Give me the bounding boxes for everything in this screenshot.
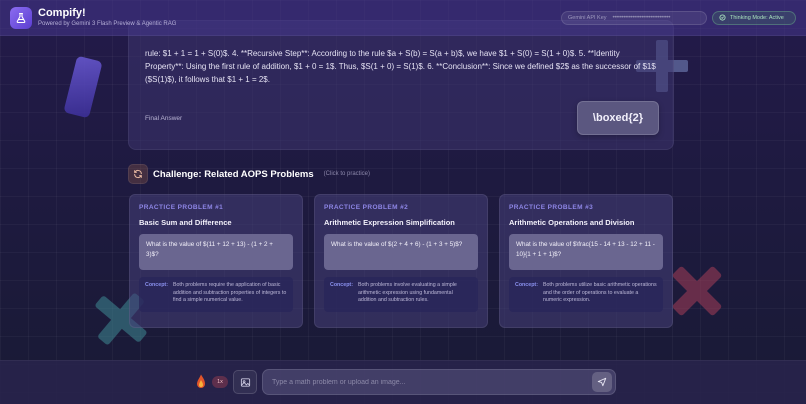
api-key-field[interactable]: Gemini API Key •••••••••••••••••••••••••… xyxy=(561,10,707,25)
send-button[interactable] xyxy=(592,372,612,392)
practice-problem-card-2[interactable]: PRACTICE PROBLEM #2 Arithmetic Expressio… xyxy=(314,194,488,328)
decorative-bar-shape xyxy=(63,55,103,119)
concept-label: Concept: xyxy=(515,282,538,288)
problem-title: Arithmetic Expression Simplification xyxy=(324,218,455,227)
challenge-hint: (Click to practice) xyxy=(323,171,371,177)
concept-text: Both problems require the application of… xyxy=(172,282,287,304)
speed-badge[interactable]: 1x xyxy=(212,376,228,388)
solution-card: rule: $1 + 1 = 1 + S(0)$. 4. **Recursive… xyxy=(128,20,674,150)
problem-label: PRACTICE PROBLEM #3 xyxy=(509,204,594,211)
app-subtitle: Powered by Gemini 3 Flash Preview & Agen… xyxy=(38,21,177,27)
concept-label: Concept: xyxy=(145,282,168,288)
problem-label: PRACTICE PROBLEM #2 xyxy=(324,204,409,211)
check-circle-icon xyxy=(719,14,726,21)
thinking-mode-toggle[interactable]: Thinking Mode: Active xyxy=(712,10,796,25)
problem-concept: Concept: Both problems utilize basic ari… xyxy=(509,277,663,312)
problem-question: What is the value of $(11 + 12 + 13) - (… xyxy=(139,234,293,270)
problem-question: What is the value of $(2 + 4 + 6) - (1 +… xyxy=(324,234,478,270)
image-icon xyxy=(240,377,250,387)
app-header: Compify! Powered by Gemini 3 Flash Previ… xyxy=(0,0,806,36)
practice-problem-card-3[interactable]: PRACTICE PROBLEM #3 Arithmetic Operation… xyxy=(499,194,673,328)
problem-title: Basic Sum and Difference xyxy=(139,218,232,227)
concept-text: Both problems utilize basic arithmetic o… xyxy=(542,282,657,304)
problem-concept: Concept: Both problems require the appli… xyxy=(139,277,293,312)
send-icon xyxy=(597,377,607,387)
flame-icon xyxy=(197,374,205,388)
practice-problem-card-1[interactable]: PRACTICE PROBLEM #1 Basic Sum and Differ… xyxy=(129,194,303,328)
problem-concept: Concept: Both problems involve evaluatin… xyxy=(324,277,478,312)
refresh-icon xyxy=(134,169,142,179)
api-key-value: •••••••••••••••••••••••••••••••• xyxy=(612,14,671,21)
final-answer-row: Final Answer \boxed{2} xyxy=(145,101,659,135)
refresh-button[interactable] xyxy=(128,164,148,184)
problem-title: Arithmetic Operations and Division xyxy=(509,218,635,227)
problem-question: What is the value of $\frac{15 - 14 + 13… xyxy=(509,234,663,270)
concept-label: Concept: xyxy=(330,282,353,288)
brand: Compify! Powered by Gemini 3 Flash Previ… xyxy=(38,7,176,28)
final-answer-label: Final Answer xyxy=(145,114,183,122)
challenge-header: Challenge: Related AOPS Problems (Click … xyxy=(128,164,370,184)
app-title: Compify! xyxy=(38,7,86,19)
solution-text: rule: $1 + 1 = 1 + S(0)$. 4. **Recursive… xyxy=(145,49,656,84)
concept-text: Both problems involve evaluating a simpl… xyxy=(357,282,457,304)
challenge-title: Challenge: Related AOPS Problems xyxy=(153,168,314,180)
math-problem-input[interactable] xyxy=(262,369,616,395)
thinking-mode-label: Thinking Mode: Active xyxy=(730,14,784,21)
flask-icon xyxy=(10,6,32,29)
problem-label: PRACTICE PROBLEM #1 xyxy=(139,204,224,211)
api-key-label: Gemini API Key xyxy=(568,14,607,21)
final-answer-box: \boxed{2} xyxy=(577,101,659,135)
upload-image-button[interactable] xyxy=(233,370,257,394)
